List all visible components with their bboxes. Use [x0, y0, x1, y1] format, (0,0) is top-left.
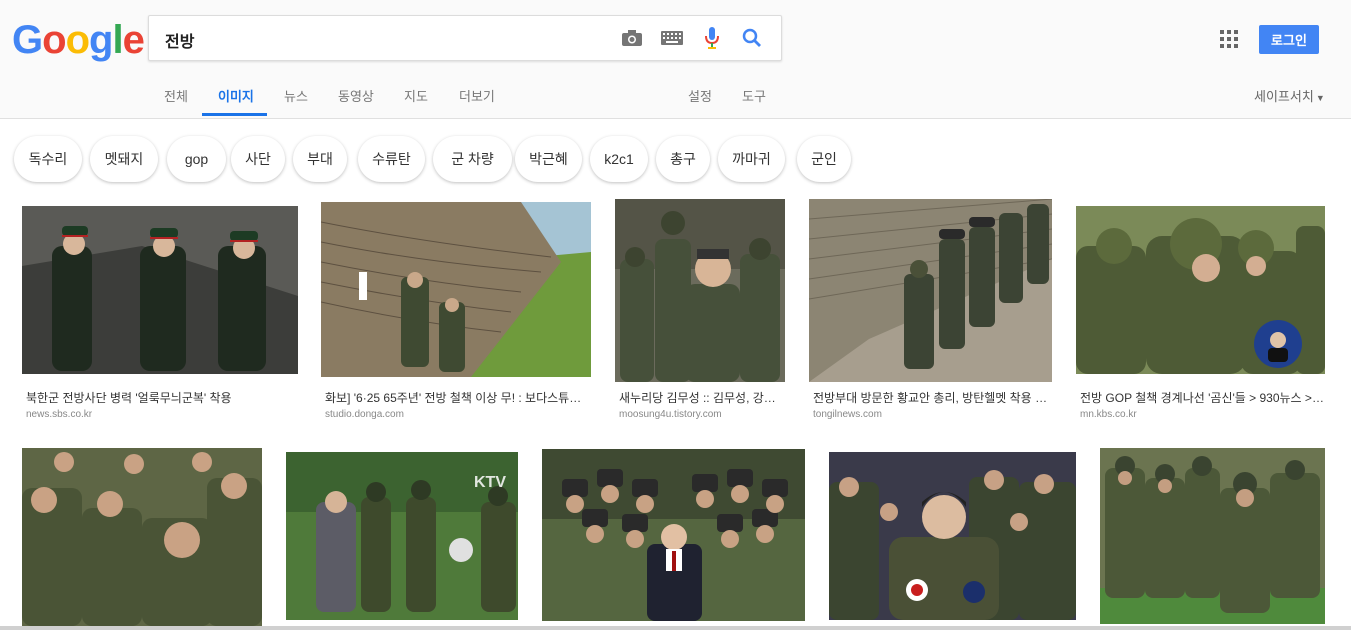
logo-letter: G [12, 18, 43, 62]
chip[interactable]: 부대 [293, 136, 347, 182]
chip[interactable]: gop [167, 136, 226, 182]
result-caption[interactable]: 북한군 전방사단 병력 '얼룩무늬군복' 착용 [26, 389, 296, 406]
result-thumbnail[interactable] [1100, 448, 1325, 624]
chip[interactable]: k2c1 [590, 136, 648, 182]
image-result[interactable]: 새누리당 김무성 :: 김무성, 강원… moosung4u.tistory.c… [615, 199, 785, 429]
result-thumbnail[interactable] [22, 448, 262, 626]
search-icon[interactable] [741, 27, 763, 49]
tab-settings[interactable]: 설정 [688, 86, 712, 105]
logo-letter: g [89, 18, 113, 62]
logo-letter: o [42, 18, 66, 62]
tab-all[interactable]: 전체 [164, 86, 188, 105]
chip[interactable]: 독수리 [14, 136, 82, 182]
tab-videos[interactable]: 동영상 [338, 86, 374, 105]
chip[interactable]: 군 차량 [433, 136, 512, 182]
image-result[interactable] [829, 452, 1076, 626]
result-thumbnail[interactable] [1076, 206, 1325, 374]
tab-tools[interactable]: 도구 [742, 86, 766, 105]
result-source: tongilnews.com [813, 409, 882, 420]
image-result[interactable] [22, 448, 262, 626]
result-thumbnail[interactable]: KTV [286, 452, 518, 620]
login-button[interactable]: 로그인 [1259, 25, 1319, 54]
image-result[interactable]: 전방 GOP 철책 경계나선 '곰신'들 > 930뉴스 > … mn.kbs.… [1076, 199, 1325, 429]
safe-search-label: 세이프서치 [1254, 89, 1314, 104]
image-result[interactable]: KTV [286, 452, 518, 626]
result-thumbnail[interactable] [542, 449, 805, 621]
google-logo[interactable]: Google [12, 18, 145, 63]
safe-search-dropdown[interactable]: 세이프서치 ▼ [1254, 86, 1325, 105]
result-source: mn.kbs.co.kr [1080, 409, 1137, 420]
chip[interactable]: 멧돼지 [90, 136, 158, 182]
horizontal-scrollbar[interactable] [0, 626, 1351, 630]
result-caption[interactable]: 새누리당 김무성 :: 김무성, 강원… [619, 389, 785, 406]
apps-grid-icon[interactable] [1220, 30, 1238, 48]
microphone-icon[interactable] [701, 27, 723, 49]
search-input[interactable]: 전방 [165, 28, 194, 52]
image-result[interactable]: 전방부대 방문한 황교안 총리, 방탄헬멧 착용 않… tongilnews.c… [809, 199, 1052, 429]
result-caption[interactable]: 전방부대 방문한 황교안 총리, 방탄헬멧 착용 않… [813, 389, 1052, 406]
logo-letter: o [65, 18, 90, 62]
tab-news[interactable]: 뉴스 [284, 86, 308, 105]
caret-down-icon: ▼ [1315, 93, 1325, 103]
keyboard-icon[interactable] [661, 27, 683, 49]
image-result[interactable]: 북한군 전방사단 병력 '얼룩무늬군복' 착용 news.sbs.co.kr [22, 199, 298, 429]
search-box[interactable]: 전방 [148, 15, 782, 61]
tab-maps[interactable]: 지도 [404, 86, 428, 105]
logo-letter: e [122, 18, 145, 62]
header: Google 전방 로그인 전체 이미지 뉴스 동영상 지도 더보기 설정 도구… [0, 0, 1351, 119]
result-thumbnail[interactable] [809, 199, 1052, 382]
ktv-watermark: KTV [474, 474, 506, 491]
result-source: news.sbs.co.kr [26, 409, 93, 420]
image-result[interactable] [1100, 448, 1325, 626]
result-source: moosung4u.tistory.com [619, 409, 722, 420]
tab-images[interactable]: 이미지 [218, 86, 254, 105]
result-thumbnail[interactable] [321, 202, 591, 377]
result-thumbnail[interactable] [22, 206, 298, 374]
image-result[interactable]: 화보] '6·25 65주년' 전방 철책 이상 무! : 보다스튜디오 stu… [321, 199, 591, 429]
chip[interactable]: 군인 [797, 136, 851, 182]
result-caption[interactable]: 화보] '6·25 65주년' 전방 철책 이상 무! : 보다스튜디오 [325, 389, 591, 406]
camera-icon[interactable] [621, 27, 643, 49]
logo-letter: l [112, 18, 123, 62]
chip[interactable]: 사단 [231, 136, 285, 182]
chip[interactable]: 수류탄 [358, 136, 425, 182]
result-caption[interactable]: 전방 GOP 철책 경계나선 '곰신'들 > 930뉴스 > … [1080, 389, 1325, 406]
chip[interactable]: 까마귀 [718, 136, 785, 182]
chip[interactable]: 총구 [656, 136, 710, 182]
image-result[interactable] [542, 449, 805, 623]
result-thumbnail[interactable] [829, 452, 1076, 620]
tab-more[interactable]: 더보기 [459, 86, 495, 105]
result-source: studio.donga.com [325, 409, 404, 420]
active-tab-indicator [202, 113, 267, 116]
result-thumbnail[interactable] [615, 199, 785, 382]
chip[interactable]: 박근혜 [515, 136, 582, 182]
